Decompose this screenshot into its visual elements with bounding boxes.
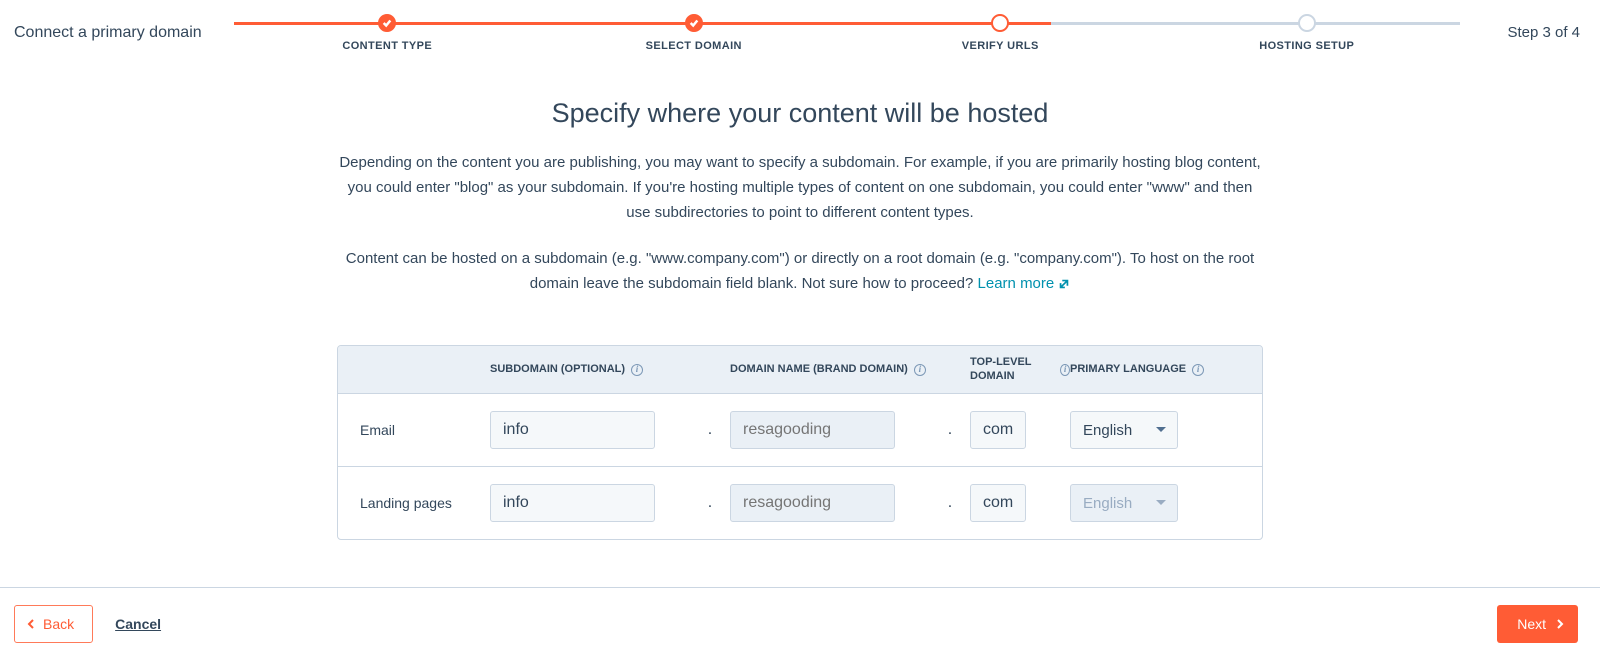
check-icon bbox=[382, 18, 392, 28]
col-subdomain: SUBDOMAIN (OPTIONAL) i bbox=[490, 363, 690, 377]
step-2-circle bbox=[685, 14, 703, 32]
domain-table: SUBDOMAIN (OPTIONAL) i DOMAIN NAME (BRAN… bbox=[337, 345, 1263, 541]
next-button[interactable]: Next bbox=[1497, 605, 1578, 643]
col-domain-name: DOMAIN NAME (BRAND DOMAIN) i bbox=[730, 363, 930, 377]
page-title: Connect a primary domain bbox=[14, 14, 234, 42]
col-tld: TOP-LEVEL DOMAIN i bbox=[970, 356, 1070, 384]
chevron-down-icon bbox=[1155, 497, 1167, 509]
step-1-label: CONTENT TYPE bbox=[234, 40, 541, 52]
language-select: English bbox=[1070, 484, 1178, 522]
info-icon[interactable]: i bbox=[1192, 364, 1204, 376]
stepper: CONTENT TYPE SELECT DOMAIN VERIFY URLS H… bbox=[234, 14, 1460, 52]
separator-dot: . bbox=[930, 421, 970, 439]
external-link-icon bbox=[1058, 278, 1070, 290]
top-bar: Connect a primary domain CONTENT TYPE SE… bbox=[0, 0, 1600, 52]
description-2: Content can be hosted on a subdomain (e.… bbox=[330, 247, 1270, 297]
domain-name-input bbox=[730, 484, 895, 522]
tld-input[interactable] bbox=[970, 411, 1026, 449]
headline: Specify where your content will be hoste… bbox=[330, 98, 1270, 129]
check-icon bbox=[689, 18, 699, 28]
description-2-text: Content can be hosted on a subdomain (e.… bbox=[346, 250, 1254, 292]
language-select[interactable]: English bbox=[1070, 411, 1178, 449]
step-4-circle bbox=[1298, 14, 1316, 32]
domain-name-input bbox=[730, 411, 895, 449]
back-label: Back bbox=[43, 616, 74, 632]
table-row: Landing pages . . English bbox=[338, 467, 1262, 539]
chevron-left-icon bbox=[27, 619, 37, 629]
learn-more-label: Learn more bbox=[978, 272, 1055, 297]
learn-more-link[interactable]: Learn more bbox=[978, 272, 1071, 297]
cancel-button[interactable]: Cancel bbox=[115, 616, 161, 632]
language-value: English bbox=[1083, 422, 1132, 439]
language-value: English bbox=[1083, 495, 1132, 512]
step-2-label: SELECT DOMAIN bbox=[541, 40, 848, 52]
row-label-email: Email bbox=[360, 421, 490, 440]
chevron-right-icon bbox=[1554, 619, 1564, 629]
separator-dot: . bbox=[690, 494, 730, 512]
step-3-circle bbox=[991, 14, 1009, 32]
main-content: Specify where your content will be hoste… bbox=[330, 98, 1270, 540]
row-label-landing-pages: Landing pages bbox=[360, 494, 490, 513]
subdomain-input[interactable] bbox=[490, 484, 655, 522]
step-1-circle bbox=[378, 14, 396, 32]
col-language: PRIMARY LANGUAGE i bbox=[1070, 363, 1240, 377]
info-icon[interactable]: i bbox=[631, 364, 643, 376]
subdomain-input[interactable] bbox=[490, 411, 655, 449]
step-4-label: HOSTING SETUP bbox=[1154, 40, 1461, 52]
step-indicator: Step 3 of 4 bbox=[1460, 14, 1580, 41]
description-1: Depending on the content you are publish… bbox=[336, 151, 1264, 225]
info-icon[interactable]: i bbox=[914, 364, 926, 376]
step-3-label: VERIFY URLS bbox=[847, 40, 1154, 52]
info-icon[interactable]: i bbox=[1060, 364, 1070, 376]
footer-bar: Back Cancel Next bbox=[0, 587, 1600, 660]
table-row: Email . . English bbox=[338, 394, 1262, 467]
back-button[interactable]: Back bbox=[14, 605, 93, 643]
separator-dot: . bbox=[690, 421, 730, 439]
next-label: Next bbox=[1517, 616, 1546, 632]
chevron-down-icon bbox=[1155, 424, 1167, 436]
separator-dot: . bbox=[930, 494, 970, 512]
tld-input[interactable] bbox=[970, 484, 1026, 522]
